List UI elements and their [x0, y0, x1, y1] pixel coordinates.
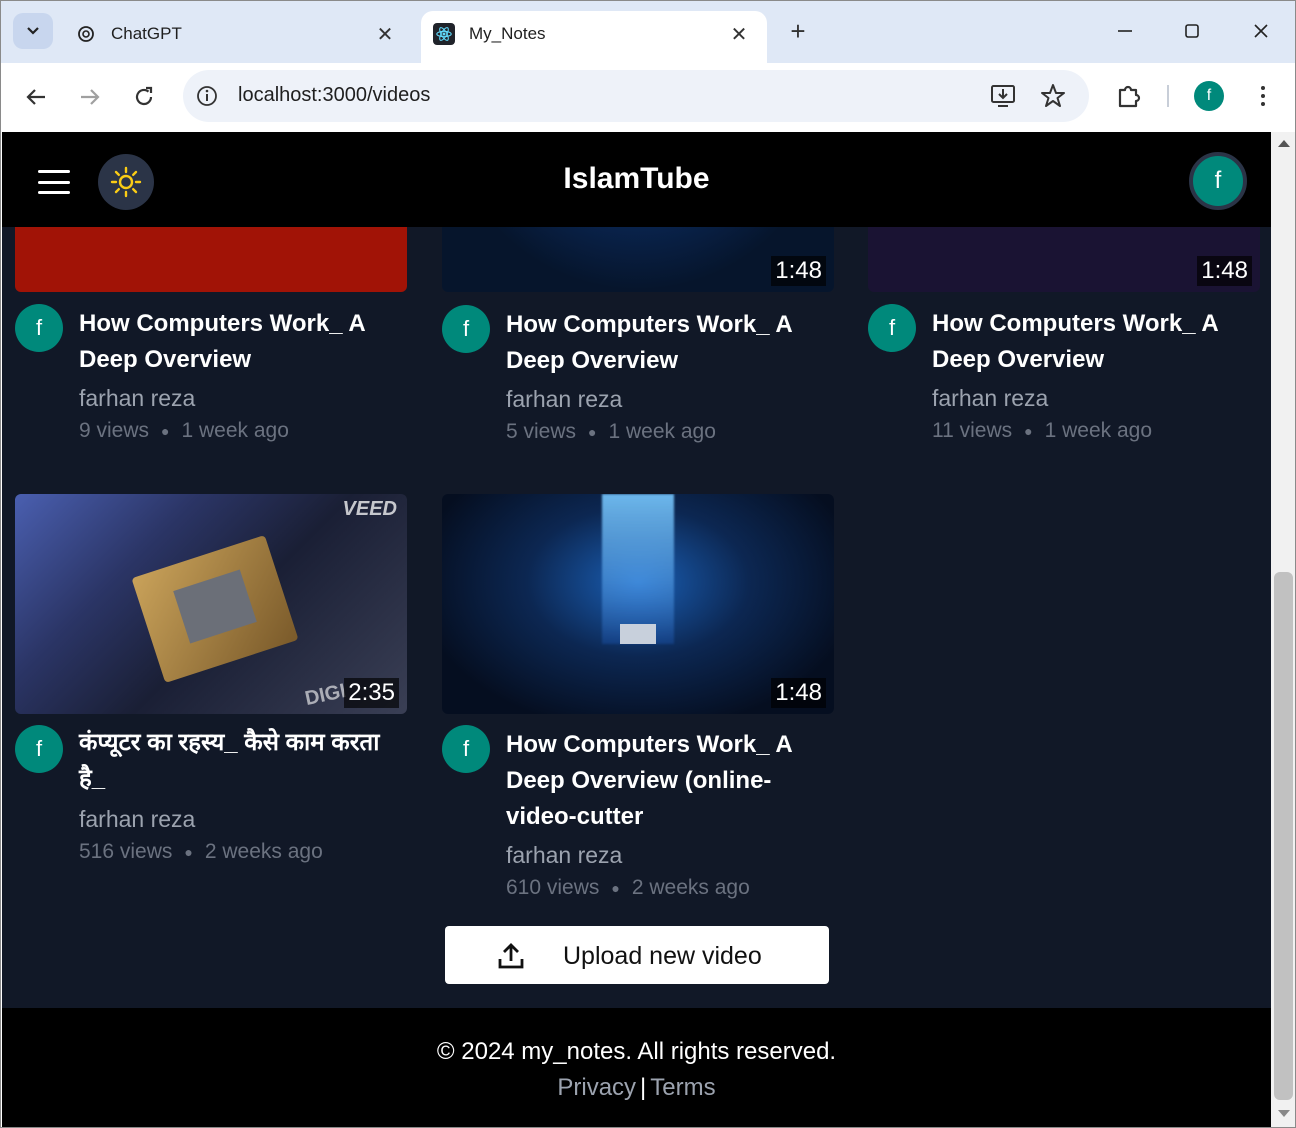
view-count: 5 views [506, 420, 577, 443]
privacy-link[interactable]: Privacy [557, 1074, 636, 1101]
video-title[interactable]: How Computers Work_ A Deep Overview [506, 307, 836, 379]
upload-age: 1 week ago [608, 420, 716, 443]
video-duration: 2:35 [344, 678, 399, 708]
url-text[interactable]: localhost:3000/videos [238, 84, 430, 107]
maximize-icon [1185, 24, 1199, 38]
install-app-icon[interactable] [989, 82, 1017, 110]
scrollbar-thumb[interactable] [1274, 572, 1293, 1100]
close-icon [1254, 24, 1268, 38]
copyright-text: © 2024 my_notes. All rights reserved. [436, 1038, 837, 1065]
video-title[interactable]: How Computers Work_ A Deep Overview (onl… [506, 727, 836, 835]
arrow-right-icon [81, 89, 100, 105]
upload-icon [498, 943, 524, 969]
video-duration: 1:48 [1197, 256, 1252, 286]
site-footer: © 2024 my_notes. All rights reserved. Pr… [2, 1008, 1271, 1127]
channel-name[interactable]: farhan reza [79, 385, 195, 412]
toolbar-divider [1167, 85, 1169, 107]
app-brand-title[interactable]: IslamTube [2, 162, 1271, 196]
user-avatar[interactable]: f [1189, 152, 1247, 210]
video-title[interactable]: How Computers Work_ A Deep Overview [932, 306, 1262, 378]
new-tab-button[interactable]: + [783, 15, 813, 47]
footer-links: Privacy | Terms [2, 1074, 1271, 1102]
chatgpt-icon [75, 23, 97, 45]
channel-avatar[interactable]: f [15, 304, 63, 352]
view-count: 9 views [79, 419, 150, 442]
tab-search-button[interactable] [13, 13, 53, 49]
upload-age: 2 weeks ago [631, 876, 750, 899]
arrow-left-icon [26, 89, 45, 105]
channel-name[interactable]: farhan reza [79, 806, 195, 833]
channel-avatar[interactable]: f [442, 305, 490, 353]
video-meta: 516 views ● 2 weeks ago [79, 840, 323, 863]
channel-avatar[interactable]: f [868, 304, 916, 352]
forward-button[interactable] [70, 77, 110, 117]
profile-avatar[interactable]: f [1194, 81, 1224, 111]
tab-title: ChatGPT [111, 24, 182, 43]
upload-video-button[interactable]: Upload new video [445, 926, 829, 984]
channel-name[interactable]: farhan reza [506, 842, 622, 869]
video-duration: 1:48 [771, 256, 826, 286]
reload-button[interactable] [124, 77, 164, 117]
close-icon[interactable]: ✕ [725, 20, 753, 48]
reload-icon [135, 86, 153, 106]
tab-title: My_Notes [469, 24, 546, 43]
video-meta: 9 views ● 1 week ago [79, 419, 289, 442]
upload-label: Upload new video [563, 942, 762, 970]
view-count: 516 views [79, 840, 173, 863]
chevron-down-icon [27, 27, 39, 35]
browser-window: ChatGPT ✕ My_Notes ✕ + localhost:3000/vi… [0, 0, 1296, 1128]
thumbnail-text: DIGI [303, 679, 348, 711]
video-title[interactable]: कंप्यूटर का रहस्य_ कैसे काम करता है_ [79, 725, 409, 797]
video-duration: 1:48 [771, 678, 826, 708]
upload-age: 1 week ago [1044, 419, 1153, 442]
close-icon[interactable]: ✕ [371, 20, 399, 48]
minimize-button[interactable] [1097, 13, 1153, 49]
app-header: IslamTube f [2, 132, 1271, 227]
upload-age: 1 week ago [181, 419, 289, 442]
video-meta: 11 views ● 1 week ago [932, 419, 1153, 442]
scroll-up-arrow-icon[interactable] [1278, 140, 1290, 147]
maximize-button[interactable] [1164, 13, 1220, 49]
back-button[interactable] [16, 77, 56, 117]
video-thumbnail[interactable]: 1:48 [442, 494, 834, 714]
tab-strip: ChatGPT ✕ My_Notes ✕ + [1, 1, 1295, 63]
video-thumbnail[interactable]: VEED DIGI 2:35 [15, 494, 407, 714]
upload-age: 2 weeks ago [204, 840, 323, 863]
bookmark-star-icon[interactable] [1039, 82, 1067, 110]
extensions-icon[interactable] [1114, 81, 1144, 111]
channel-avatar[interactable]: f [15, 725, 63, 773]
close-window-button[interactable] [1233, 13, 1289, 49]
video-title[interactable]: How Computers Work_ A Deep Overview [79, 306, 409, 378]
terms-link[interactable]: Terms [650, 1074, 715, 1101]
page-viewport: IslamTube f f How Computers Work_ A Deep… [2, 132, 1271, 1127]
more-menu-icon[interactable] [1249, 81, 1277, 111]
link-separator: | [640, 1074, 647, 1101]
address-bar[interactable]: localhost:3000/videos [183, 70, 1089, 122]
react-icon [433, 23, 455, 45]
minimize-icon [1118, 30, 1132, 32]
info-icon[interactable] [195, 84, 219, 108]
channel-name[interactable]: farhan reza [506, 386, 622, 413]
vertical-scrollbar[interactable] [1271, 132, 1295, 1127]
browser-toolbar: localhost:3000/videos [1, 63, 1295, 131]
video-meta: 5 views ● 1 week ago [506, 420, 716, 443]
video-meta: 610 views ● 2 weeks ago [506, 876, 750, 899]
tab-chatgpt[interactable]: ChatGPT ✕ [63, 11, 413, 63]
view-count: 11 views [932, 419, 1013, 442]
channel-name[interactable]: farhan reza [932, 385, 1048, 412]
watermark-text: VEED [342, 498, 397, 520]
tab-my-notes[interactable]: My_Notes ✕ [421, 11, 767, 63]
scroll-down-arrow-icon[interactable] [1278, 1110, 1290, 1117]
channel-avatar[interactable]: f [442, 725, 490, 773]
view-count: 610 views [506, 876, 600, 899]
